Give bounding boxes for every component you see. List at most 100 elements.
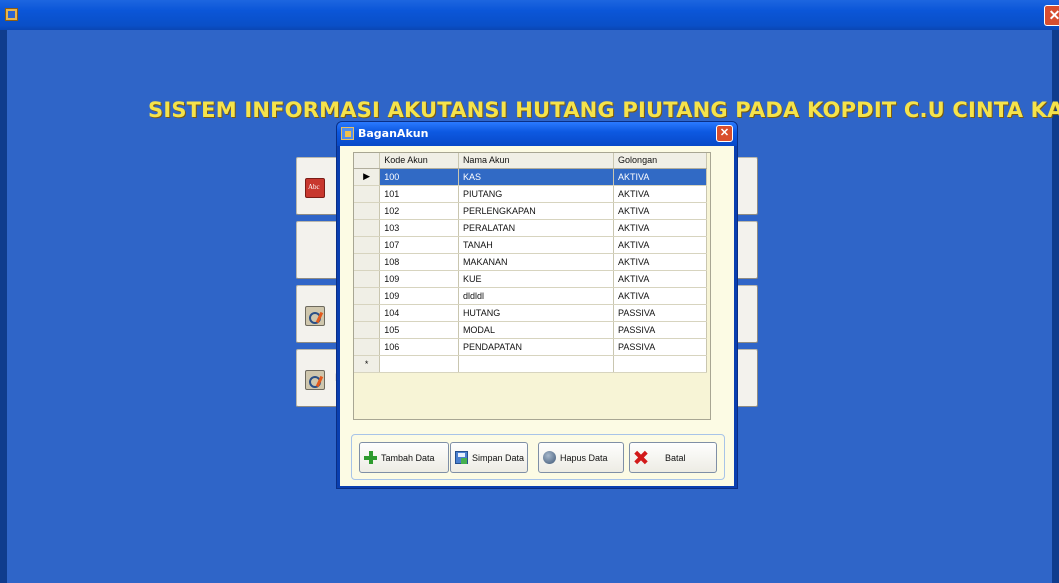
table-row[interactable]: 104 HUTANG PASSIVA	[354, 304, 710, 322]
cell-kode-akun[interactable]: 109	[379, 287, 459, 305]
cell-nama-akun[interactable]: PIUTANG	[458, 185, 615, 203]
row-header[interactable]	[354, 185, 381, 203]
table-row[interactable]: 109 KUE AKTIVA	[354, 270, 710, 288]
cell-kode-akun[interactable]: 101	[379, 185, 459, 203]
accounts-table: Kode Akun Nama Akun Golongan ▶ 100 KAS AKTI…	[354, 153, 710, 373]
grid-filler	[706, 219, 710, 236]
cell-nama-akun[interactable]: PERLENGKAPAN	[458, 202, 615, 220]
grid-filler	[706, 338, 710, 355]
cell-kode-akun[interactable]: 107	[379, 236, 459, 254]
batal-button[interactable]: Batal	[629, 442, 717, 473]
accounts-grid[interactable]: Kode Akun Nama Akun Golongan ▶ 100 KAS AKTI…	[353, 152, 711, 420]
cell-golongan[interactable]: PASSIVA	[613, 304, 707, 322]
cancel-x-icon	[634, 451, 647, 464]
cell-nama-akun[interactable]: KAS	[458, 168, 615, 186]
grid-filler	[706, 236, 710, 253]
table-row[interactable]: 107 TANAH AKTIVA	[354, 236, 710, 254]
cell-kode-akun[interactable]: 100	[379, 168, 459, 186]
cell-kode-akun[interactable]: 103	[379, 219, 459, 237]
dialog-titlebar[interactable]: BaganAkun ✕	[337, 122, 737, 146]
form-icon	[341, 127, 354, 140]
cell-kode-akun[interactable]: 102	[379, 202, 459, 220]
table-row[interactable]: ▶ 100 KAS AKTIVA	[354, 168, 710, 186]
cell-kode-akun[interactable]: 105	[379, 321, 459, 339]
app-title: SISTEM INFORMASI AKUTANSI HUTANG PIUTANG…	[148, 98, 1059, 122]
row-header-corner	[354, 153, 381, 169]
bagan-akun-dialog: BaganAkun ✕ Kode Akun Nama Akun Golongan…	[336, 121, 738, 489]
simpan-data-button[interactable]: Simpan Data	[450, 442, 528, 473]
grid-filler	[706, 185, 710, 202]
column-header-golongan[interactable]: Golongan	[613, 153, 707, 169]
cell-nama-akun[interactable]: TANAH	[458, 236, 615, 254]
cell-nama-akun[interactable]: KUE	[458, 270, 615, 288]
cell-golongan[interactable]: AKTIVA	[613, 253, 707, 271]
cell-golongan[interactable]: PASSIVA	[613, 338, 707, 356]
new-row-cell[interactable]	[379, 355, 459, 373]
cell-kode-akun[interactable]: 104	[379, 304, 459, 322]
table-row[interactable]: 105 MODAL PASSIVA	[354, 321, 710, 339]
cell-nama-akun[interactable]: dldldl	[458, 287, 615, 305]
grid-body: ▶ 100 KAS AKTIVA 101 PIUTANG AKTIVA 102 PERLENGK…	[354, 168, 710, 373]
save-disk-icon	[455, 451, 468, 464]
table-row[interactable]: 103 PERALATAN AKTIVA	[354, 219, 710, 237]
cell-golongan[interactable]: AKTIVA	[613, 202, 707, 220]
cell-golongan[interactable]: PASSIVA	[613, 321, 707, 339]
row-header[interactable]	[354, 219, 381, 237]
new-row-cell[interactable]	[458, 355, 615, 373]
main-titlebar: ✕	[0, 0, 1059, 30]
table-row[interactable]: 109 dldldl AKTIVA	[354, 287, 710, 305]
row-header[interactable]	[354, 253, 381, 271]
row-header[interactable]	[354, 338, 381, 356]
folder-settings-icon	[305, 306, 325, 326]
cell-golongan[interactable]: AKTIVA	[613, 287, 707, 305]
tambah-data-label: Tambah Data	[381, 452, 435, 463]
cell-golongan[interactable]: AKTIVA	[613, 185, 707, 203]
table-row[interactable]: 101 PIUTANG AKTIVA	[354, 185, 710, 203]
grid-filler	[706, 168, 710, 185]
new-row[interactable]: *	[354, 355, 710, 373]
add-plus-icon	[364, 451, 377, 464]
cell-kode-akun[interactable]: 106	[379, 338, 459, 356]
new-row-cell[interactable]	[613, 355, 707, 373]
batal-label: Batal	[665, 452, 686, 463]
cell-kode-akun[interactable]: 108	[379, 253, 459, 271]
column-header-nama-akun[interactable]: Nama Akun	[458, 153, 615, 169]
row-header[interactable]	[354, 270, 381, 288]
row-header[interactable]	[354, 321, 381, 339]
hapus-data-label: Hapus Data	[560, 452, 608, 463]
cell-nama-akun[interactable]: PENDAPATAN	[458, 338, 615, 356]
hapus-data-button[interactable]: Hapus Data	[538, 442, 624, 473]
row-header[interactable]	[354, 287, 381, 305]
grid-header-row: Kode Akun Nama Akun Golongan	[354, 153, 710, 169]
grid-filler	[706, 202, 710, 219]
row-header[interactable]: ▶	[354, 168, 381, 186]
tambah-data-button[interactable]: Tambah Data	[359, 442, 449, 473]
cell-nama-akun[interactable]: PERALATAN	[458, 219, 615, 237]
cell-kode-akun[interactable]: 109	[379, 270, 459, 288]
grid-filler	[706, 321, 710, 338]
column-header-kode-akun[interactable]: Kode Akun	[379, 153, 459, 169]
app-icon	[5, 8, 18, 21]
delete-globe-icon	[543, 451, 556, 464]
table-row[interactable]: 106 PENDAPATAN PASSIVA	[354, 338, 710, 356]
cell-golongan[interactable]: AKTIVA	[613, 219, 707, 237]
close-icon: ✕	[719, 127, 730, 139]
row-header[interactable]	[354, 202, 381, 220]
cell-golongan[interactable]: AKTIVA	[613, 236, 707, 254]
cell-golongan[interactable]: AKTIVA	[613, 270, 707, 288]
dialog-body: Kode Akun Nama Akun Golongan ▶ 100 KAS AKTI…	[340, 146, 734, 486]
cell-nama-akun[interactable]: HUTANG	[458, 304, 615, 322]
row-header[interactable]	[354, 236, 381, 254]
row-header[interactable]	[354, 304, 381, 322]
main-close-button[interactable]: ✕	[1044, 5, 1059, 26]
table-row[interactable]: 108 MAKANAN AKTIVA	[354, 253, 710, 271]
dialog-title: BaganAkun	[358, 127, 429, 140]
dialog-close-button[interactable]: ✕	[716, 125, 733, 142]
grid-filler	[706, 270, 710, 287]
table-row[interactable]: 102 PERLENGKAPAN AKTIVA	[354, 202, 710, 220]
simpan-data-label: Simpan Data	[472, 452, 525, 463]
cell-nama-akun[interactable]: MAKANAN	[458, 253, 615, 271]
cell-nama-akun[interactable]: MODAL	[458, 321, 615, 339]
new-row-marker[interactable]: *	[354, 355, 381, 373]
cell-golongan[interactable]: AKTIVA	[613, 168, 707, 186]
